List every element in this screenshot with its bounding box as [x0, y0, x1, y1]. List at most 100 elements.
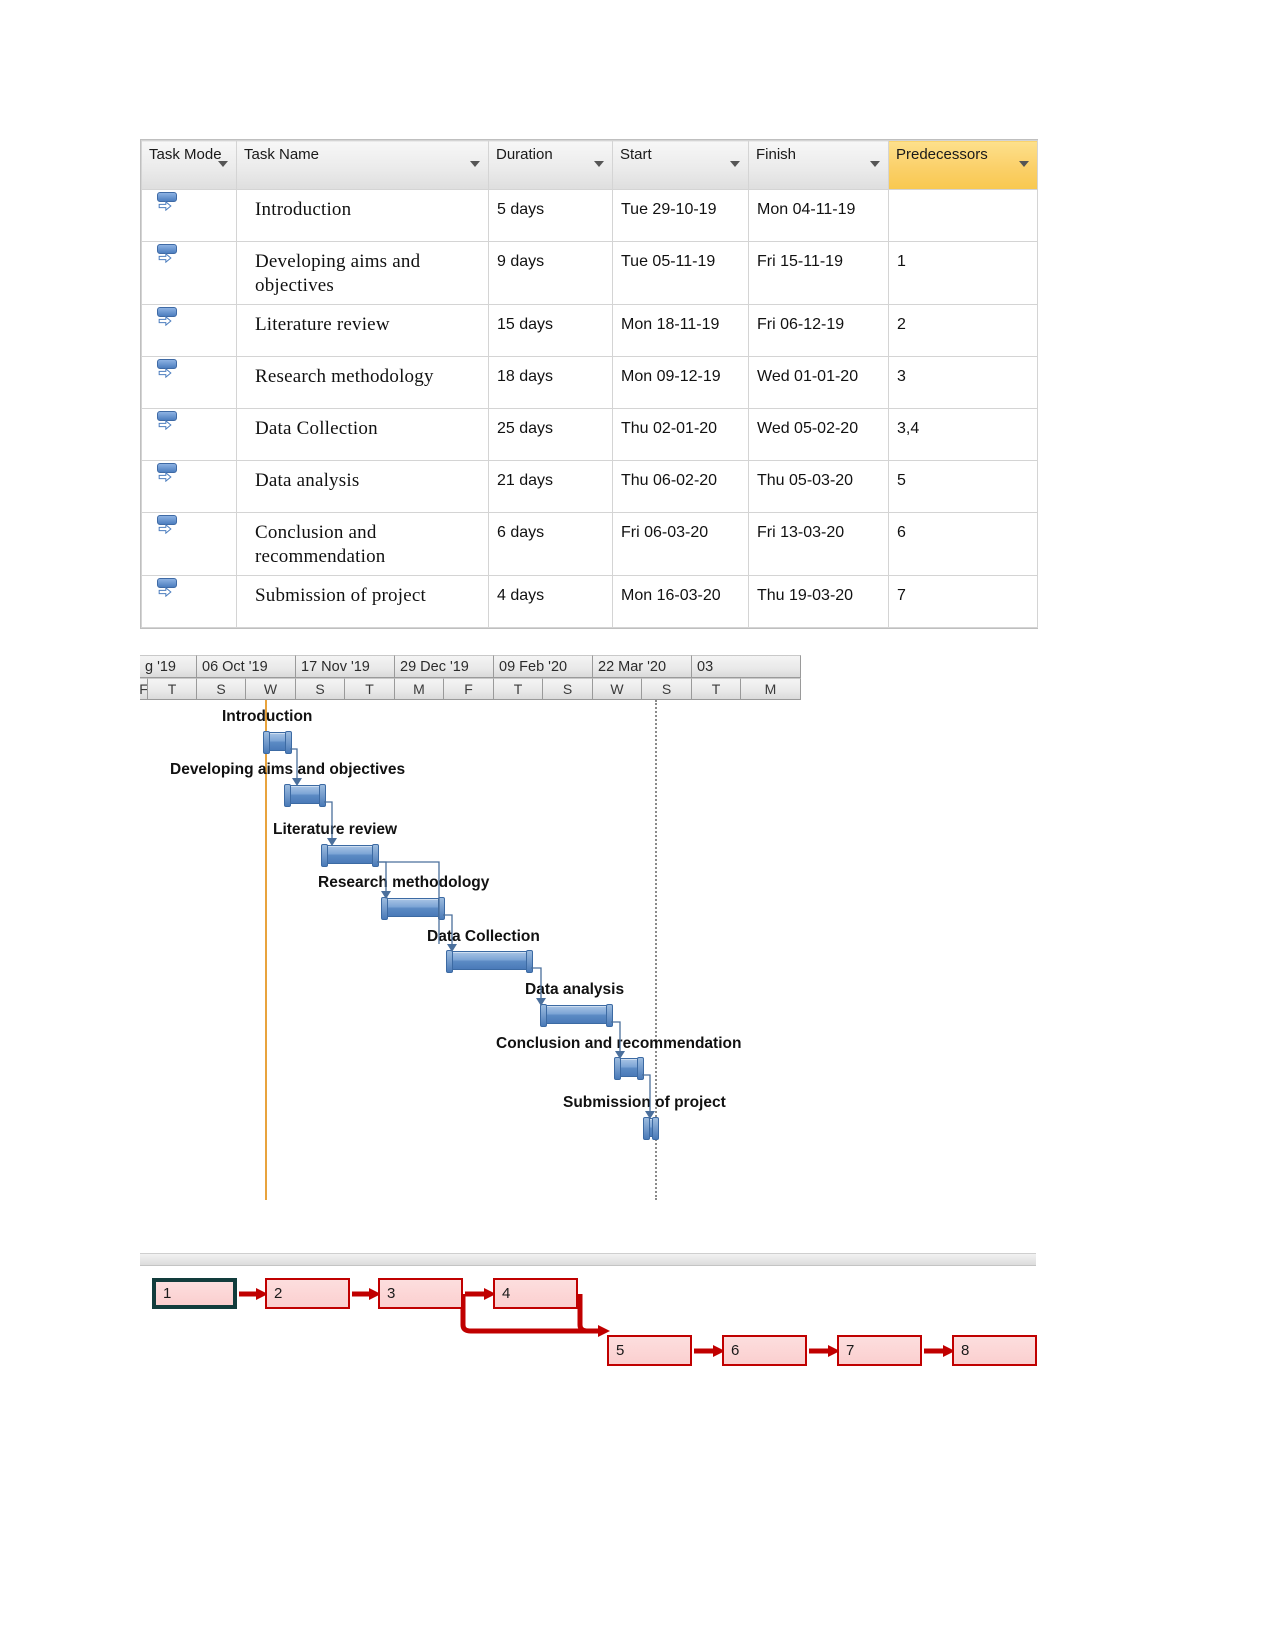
cell-task-name[interactable]: Developing aims and objectives — [236, 241, 489, 305]
network-node[interactable]: 7 — [837, 1335, 922, 1366]
network-node[interactable]: 1 — [152, 1278, 237, 1309]
timescale-minor-cell: T — [494, 678, 543, 700]
cell-predecessors[interactable]: 6 — [888, 512, 1038, 576]
gantt-bar[interactable] — [540, 1004, 613, 1027]
cell-finish[interactable]: Fri 13-03-20 — [748, 512, 889, 576]
timescale-major-cell: 29 Dec '19 — [395, 655, 494, 678]
cell-start[interactable]: Tue 05-11-19 — [612, 241, 749, 305]
cell-predecessors[interactable]: 1 — [888, 241, 1038, 305]
cell-start[interactable]: Mon 18-11-19 — [612, 304, 749, 357]
network-node[interactable]: 5 — [607, 1335, 692, 1366]
cell-predecessors[interactable]: 7 — [888, 575, 1038, 628]
chevron-down-icon[interactable] — [1019, 161, 1029, 167]
gantt-bar[interactable] — [446, 950, 533, 973]
cell-task-name[interactable]: Data analysis — [236, 460, 489, 513]
cell-task-mode[interactable] — [141, 304, 237, 357]
network-diagram: 1 2 3 4 5 6 7 8 — [140, 1253, 1037, 1383]
gantt-task-label: Conclusion and recommendation — [496, 1035, 742, 1052]
cell-finish[interactable]: Wed 01-01-20 — [748, 356, 889, 409]
table-row[interactable]: Data Collection 25 days Thu 02-01-20 Wed 05… — [141, 408, 1038, 461]
cell-predecessors[interactable]: 2 — [888, 304, 1038, 357]
gantt-bar[interactable] — [284, 784, 326, 807]
network-node[interactable]: 4 — [493, 1278, 578, 1309]
table-row[interactable]: Research methodology 18 days Mon 09-12-19 W… — [141, 356, 1038, 409]
cell-task-mode[interactable] — [141, 460, 237, 513]
cell-finish[interactable]: Wed 05-02-20 — [748, 408, 889, 461]
network-node[interactable]: 3 — [378, 1278, 463, 1309]
cell-predecessors[interactable]: 3 — [888, 356, 1038, 409]
column-header-duration[interactable]: Duration — [488, 140, 613, 190]
table-row[interactable]: Submission of project 4 days Mon 16-03-20 T… — [141, 575, 1038, 628]
table-row[interactable]: Literature review 15 days Mon 18-11-19 Fri … — [141, 304, 1038, 357]
cell-predecessors-text: 7 — [897, 587, 906, 604]
cell-predecessors[interactable]: 5 — [888, 460, 1038, 513]
table-row[interactable]: Introduction 5 days Tue 29-10-19 Mon 04-11-… — [141, 189, 1038, 242]
chevron-down-icon[interactable] — [218, 161, 228, 167]
cell-duration[interactable]: 25 days — [488, 408, 613, 461]
timescale-minor-cell: M — [395, 678, 444, 700]
cell-task-mode[interactable] — [141, 241, 237, 305]
cell-start[interactable]: Thu 06-02-20 — [612, 460, 749, 513]
gantt-bar[interactable] — [643, 1117, 659, 1140]
cell-start[interactable]: Mon 16-03-20 — [612, 575, 749, 628]
cell-start[interactable]: Thu 02-01-20 — [612, 408, 749, 461]
cell-task-mode[interactable] — [141, 575, 237, 628]
column-header-task-name[interactable]: Task Name — [236, 140, 489, 190]
chevron-down-icon[interactable] — [870, 161, 880, 167]
cell-task-mode[interactable] — [141, 512, 237, 576]
table-row[interactable]: Developing aims and objectives 9 days Tue … — [141, 241, 1038, 305]
cell-task-name-text: Literature review — [255, 314, 390, 335]
cell-finish[interactable]: Thu 19-03-20 — [748, 575, 889, 628]
gantt-bar[interactable] — [263, 731, 292, 754]
network-node[interactable]: 8 — [952, 1335, 1037, 1366]
chevron-down-icon[interactable] — [594, 161, 604, 167]
cell-start[interactable]: Tue 29-10-19 — [612, 189, 749, 242]
network-node-label: 8 — [961, 1342, 970, 1359]
chevron-down-icon[interactable] — [730, 161, 740, 167]
cell-duration[interactable]: 15 days — [488, 304, 613, 357]
table-row[interactable]: Data analysis 21 days Thu 06-02-20 Thu 05-0… — [141, 460, 1038, 513]
gantt-bar[interactable] — [321, 844, 379, 867]
cell-duration[interactable]: 6 days — [488, 512, 613, 576]
chevron-down-icon[interactable] — [470, 161, 480, 167]
cell-duration[interactable]: 21 days — [488, 460, 613, 513]
cell-duration-text: 18 days — [497, 368, 554, 385]
gantt-task-label: Developing aims and objectives — [170, 761, 406, 778]
cell-start[interactable]: Fri 06-03-20 — [612, 512, 749, 576]
cell-predecessors[interactable] — [888, 189, 1038, 242]
cell-finish[interactable]: Mon 04-11-19 — [748, 189, 889, 242]
gantt-timescale-major: g '19 06 Oct '19 17 Nov '19 29 Dec '19 09 Fe… — [140, 655, 801, 678]
table-row[interactable]: Conclusion and recommendation 6 days Fri 0… — [141, 512, 1038, 576]
gantt-bar[interactable] — [381, 897, 445, 920]
cell-duration[interactable]: 4 days — [488, 575, 613, 628]
gantt-bar[interactable] — [614, 1057, 644, 1080]
cell-task-mode[interactable] — [141, 189, 237, 242]
cell-finish[interactable]: Fri 06-12-19 — [748, 304, 889, 357]
cell-finish[interactable]: Fri 15-11-19 — [748, 241, 889, 305]
cell-task-mode[interactable] — [141, 408, 237, 461]
cell-start-text: Thu 06-02-20 — [621, 472, 718, 489]
cell-finish-text: Fri 06-12-19 — [757, 316, 845, 333]
column-header-task-mode[interactable]: Task Mode — [141, 140, 237, 190]
cell-task-name[interactable]: Submission of project — [236, 575, 489, 628]
timescale-minor-cell: S — [543, 678, 593, 700]
cell-duration[interactable]: 18 days — [488, 356, 613, 409]
column-header-finish[interactable]: Finish — [748, 140, 889, 190]
cell-task-name[interactable]: Data Collection — [236, 408, 489, 461]
column-header-start[interactable]: Start — [612, 140, 749, 190]
network-node[interactable]: 2 — [265, 1278, 350, 1309]
cell-start-text: Thu 02-01-20 — [621, 420, 718, 437]
cell-task-mode[interactable] — [141, 356, 237, 409]
column-header-predecessors[interactable]: Predecessors — [888, 140, 1038, 190]
cell-task-name[interactable]: Research methodology — [236, 356, 489, 409]
cell-finish[interactable]: Thu 05-03-20 — [748, 460, 889, 513]
cell-duration[interactable]: 9 days — [488, 241, 613, 305]
cell-duration-text: 9 days — [497, 253, 545, 270]
cell-task-name[interactable]: Literature review — [236, 304, 489, 357]
cell-predecessors[interactable]: 3,4 — [888, 408, 1038, 461]
cell-duration[interactable]: 5 days — [488, 189, 613, 242]
cell-start[interactable]: Mon 09-12-19 — [612, 356, 749, 409]
cell-task-name[interactable]: Conclusion and recommendation — [236, 512, 489, 576]
network-node[interactable]: 6 — [722, 1335, 807, 1366]
cell-task-name[interactable]: Introduction — [236, 189, 489, 242]
